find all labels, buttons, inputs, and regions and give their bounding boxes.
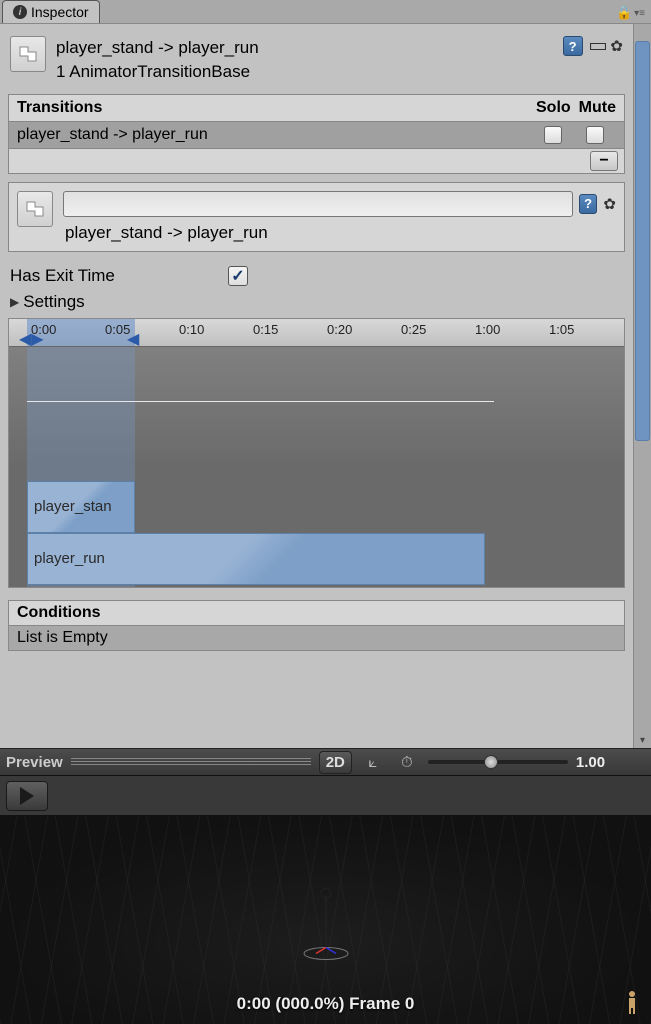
- conditions-empty-label: List is Empty: [9, 626, 624, 650]
- remove-transition-button[interactable]: −: [590, 151, 618, 171]
- avatar-gizmo: [302, 886, 350, 971]
- ruler-tick: 0:00: [31, 322, 56, 337]
- settings-gear-icon[interactable]: ✿: [610, 37, 623, 55]
- tab-title: Inspector: [31, 4, 89, 20]
- preview-label: Preview: [6, 754, 63, 771]
- conditions-panel: Conditions List is Empty: [8, 600, 625, 651]
- speed-icon[interactable]: ⏱: [394, 752, 420, 772]
- help-icon-small[interactable]: ?: [579, 194, 598, 214]
- transitions-panel: Transitions Solo Mute player_stand -> pl…: [8, 94, 625, 174]
- has-exit-time-checkbox[interactable]: ✓: [228, 266, 248, 286]
- help-icon[interactable]: ?: [563, 36, 583, 56]
- transition-item-label: player_stand -> player_run: [17, 126, 532, 144]
- ruler-tick: 0:15: [253, 322, 278, 337]
- ruler-tick: 0:20: [327, 322, 352, 337]
- selected-transition-panel: ? ✿ player_stand -> player_run: [8, 182, 625, 252]
- vertical-scrollbar[interactable]: ▾: [633, 24, 651, 748]
- scrollbar-thumb[interactable]: [635, 41, 650, 441]
- play-button[interactable]: [6, 781, 48, 811]
- ruler-tick: 1:00: [475, 322, 500, 337]
- has-exit-time-label: Has Exit Time: [10, 266, 220, 286]
- transition-timeline[interactable]: ◀▶ ◀ 0:00 0:05 0:10 0:15 0:20 0:25 1:00 …: [8, 318, 625, 588]
- avatar-selector-icon[interactable]: [621, 988, 643, 1016]
- transition-list-item[interactable]: player_stand -> player_run: [9, 122, 624, 148]
- conditions-header: Conditions: [9, 601, 624, 626]
- transition-name-input[interactable]: [63, 191, 573, 217]
- ruler-tick: 0:25: [401, 322, 426, 337]
- context-menu-icon[interactable]: ▾≡: [634, 8, 645, 19]
- selected-transition-label: player_stand -> player_run: [63, 223, 616, 243]
- preview-controls: [0, 776, 651, 816]
- foldout-arrow-icon: ▶: [10, 295, 19, 309]
- lock-icon[interactable]: 🔒: [616, 5, 632, 21]
- scroll-up-icon[interactable]: [634, 24, 651, 40]
- mute-checkbox[interactable]: [586, 126, 604, 144]
- play-icon: [20, 787, 34, 805]
- preview-toolbar: Preview 2D ⟀ ⏱ 1.00: [0, 748, 651, 776]
- settings-foldout[interactable]: ▶ Settings: [8, 290, 625, 314]
- ruler-tick: 0:10: [179, 322, 204, 337]
- solo-column-header: Solo: [536, 99, 579, 117]
- ruler-tick: 0:05: [105, 322, 130, 337]
- solo-checkbox[interactable]: [544, 126, 562, 144]
- mute-column-header: Mute: [579, 99, 616, 117]
- preview-speed-slider[interactable]: [428, 760, 568, 764]
- transition-subtitle: 1 AnimatorTransitionBase: [56, 60, 553, 84]
- source-clip[interactable]: player_stan: [27, 481, 135, 533]
- pivot-icon[interactable]: ⟀: [360, 752, 386, 772]
- preview-2d-toggle[interactable]: 2D: [319, 751, 352, 774]
- preview-speed-value: 1.00: [576, 754, 605, 771]
- ruler-tick: 1:05: [549, 322, 574, 337]
- info-icon: i: [13, 5, 27, 19]
- transition-type-icon: [10, 36, 46, 72]
- slider-knob[interactable]: [484, 755, 498, 769]
- gear-icon-small[interactable]: ✿: [603, 195, 616, 213]
- preview-status: 0:00 (000.0%) Frame 0: [237, 994, 415, 1024]
- destination-clip[interactable]: player_run: [27, 533, 485, 585]
- timeline-ruler[interactable]: ◀▶ ◀ 0:00 0:05 0:10 0:15 0:20 0:25 1:00 …: [9, 319, 624, 347]
- scroll-down-icon[interactable]: ▾: [634, 732, 651, 748]
- timeline-body[interactable]: player_stan player_run: [9, 347, 624, 587]
- inspector-tab[interactable]: i Inspector: [2, 0, 100, 23]
- preview-scrubber[interactable]: [71, 758, 311, 766]
- preset-icon[interactable]: ⊏⊐: [589, 38, 605, 54]
- has-exit-time-row: Has Exit Time ✓: [8, 262, 625, 290]
- transition-type-icon-small: [17, 191, 53, 227]
- settings-label: Settings: [23, 292, 84, 312]
- transition-header: player_stand -> player_run 1 AnimatorTra…: [8, 32, 625, 94]
- transition-title: player_stand -> player_run: [56, 36, 553, 60]
- inspector-content: player_stand -> player_run 1 AnimatorTra…: [0, 24, 633, 748]
- transitions-header-label: Transitions: [17, 99, 102, 117]
- preview-viewport[interactable]: 0:00 (000.0%) Frame 0: [0, 816, 651, 1024]
- tab-bar: i Inspector 🔒 ▾≡: [0, 0, 651, 24]
